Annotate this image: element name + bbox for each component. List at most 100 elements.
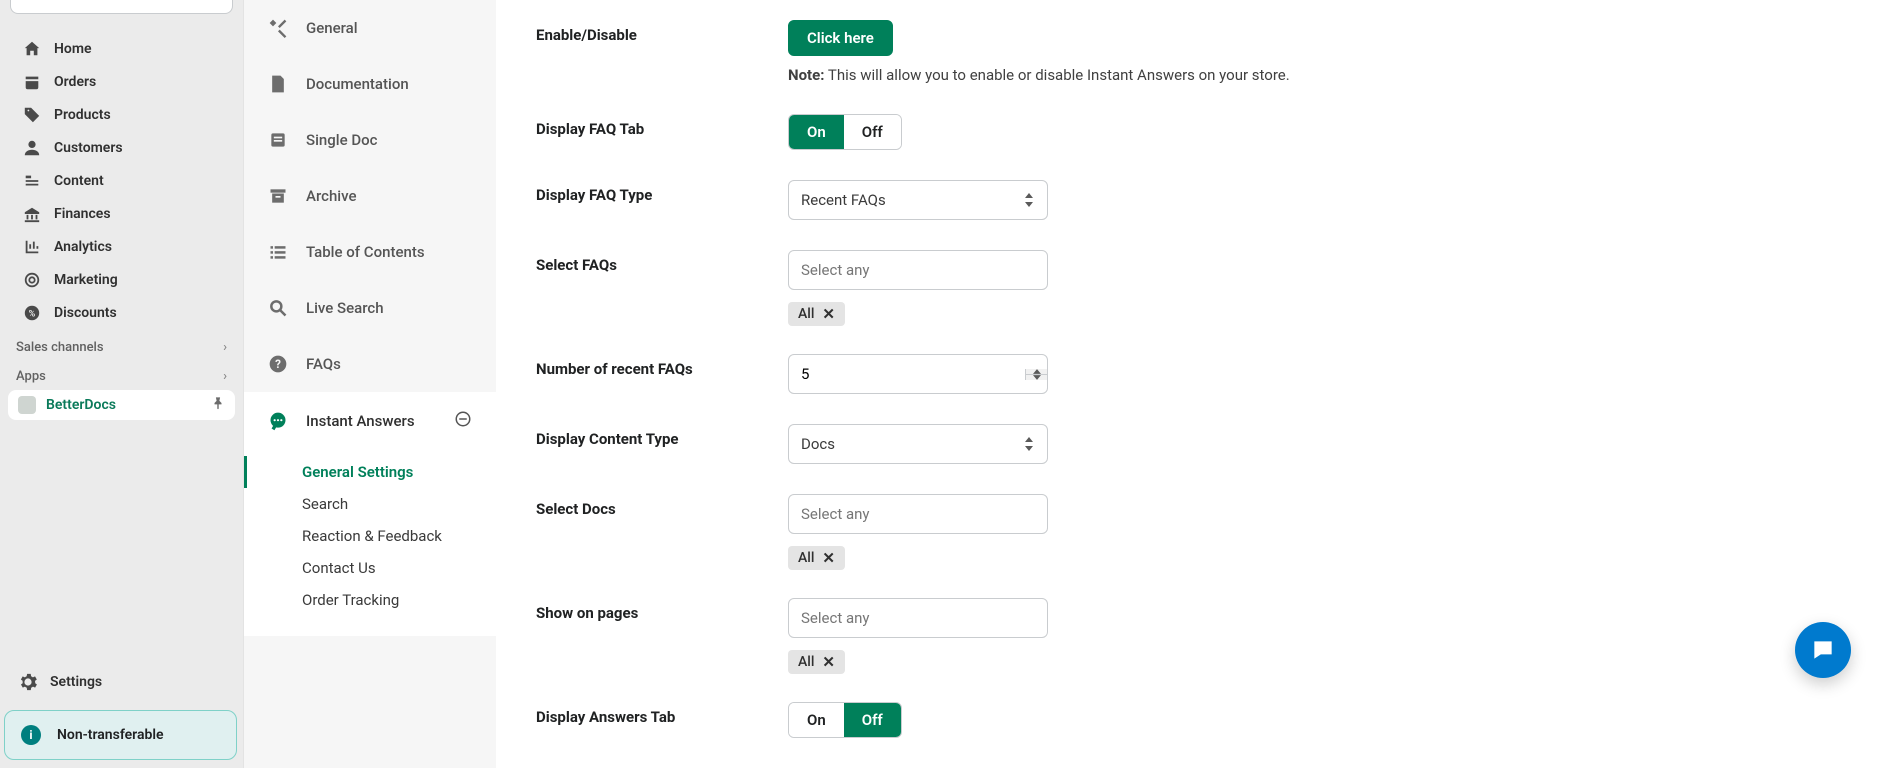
caret-icon [1025,193,1035,207]
nav-content[interactable]: Content [8,165,235,197]
appnav-label: Documentation [306,75,409,93]
nav-marketing[interactable]: Marketing [8,264,235,296]
nav-label: Finances [54,206,111,222]
nav-discounts[interactable]: % Discounts [8,297,235,329]
toggle-off[interactable]: Off [844,703,901,737]
select-docs-input[interactable]: Select any [788,494,1048,534]
collapse-icon[interactable] [454,410,472,432]
nav-settings[interactable]: Settings [0,662,243,702]
appnav-faqs[interactable]: ? FAQs [244,336,496,392]
select-value: Docs [801,435,835,453]
faq-tab-toggle[interactable]: On Off [788,114,902,150]
appnav-documentation[interactable]: Documentation [244,56,496,112]
toggle-on[interactable]: On [789,703,844,737]
nav-label: Marketing [54,272,118,288]
nav-label: Content [54,173,104,189]
gear-icon [18,672,38,692]
chat-fab[interactable] [1795,622,1851,678]
sales-channels-label: Sales channels [16,340,104,355]
info-icon: i [21,725,41,745]
analytics-icon [22,237,42,257]
num-faqs-input[interactable] [788,354,1048,394]
toggle-on[interactable]: On [789,115,844,149]
placeholder: Select any [801,609,869,627]
answers-tab-toggle[interactable]: On Off [788,702,902,738]
select-docs-label: Select Docs [536,494,788,518]
select-faqs-input[interactable]: Select any [788,250,1048,290]
subnav-contact-us[interactable]: Contact Us [302,552,496,584]
appnav-instant-answers[interactable]: Instant Answers [244,392,496,450]
svg-text:?: ? [275,357,281,371]
appnav-toc[interactable]: Table of Contents [244,224,496,280]
appnav-archive[interactable]: Archive [244,168,496,224]
pin-icon[interactable] [211,396,225,414]
note-text: This will allow you to enable or disable… [824,66,1289,84]
appnav-live-search[interactable]: Live Search [244,280,496,336]
appnav-general[interactable]: General [244,0,496,56]
nav-label: Products [54,107,111,123]
nav-label: Discounts [54,305,117,321]
appnav-label: General [306,19,358,37]
subnav-general-settings[interactable]: General Settings [302,456,496,488]
content-icon [22,171,42,191]
nav-customers[interactable]: Customers [8,132,235,164]
chip-label: All [798,550,814,566]
nav-finances[interactable]: Finances [8,198,235,230]
nav-label: Analytics [54,239,112,255]
appnav-label: Instant Answers [306,412,415,430]
note-prefix: Note: [788,66,824,84]
chip-remove-icon[interactable]: ✕ [822,655,835,670]
select-value: Recent FAQs [801,191,886,209]
search-icon [268,298,288,318]
nav-orders[interactable]: Orders [8,66,235,98]
app-name: BetterDocs [46,397,116,413]
toggle-off[interactable]: Off [844,115,901,149]
instant-answers-submenu: General Settings Search Reaction & Feedb… [244,450,496,636]
app-sidebar: General Documentation Single Doc Archive… [243,0,496,768]
tools-icon [268,18,288,38]
placeholder: Select any [801,505,869,523]
nav-home[interactable]: Home [8,33,235,65]
discount-icon: % [22,303,42,323]
chat-bubble-icon [1810,637,1836,663]
sales-channels-header[interactable]: Sales channels › [0,330,243,359]
chevron-right-icon: › [223,340,227,355]
settings-label: Settings [50,674,102,690]
appnav-label: Single Doc [306,131,377,149]
enable-disable-button[interactable]: Click here [788,20,893,56]
search-bar-stub[interactable] [10,0,233,14]
document-icon [268,74,288,94]
placeholder: Select any [801,261,869,279]
enable-note: Note: This will allow you to enable or d… [788,66,1318,84]
chip-remove-icon[interactable]: ✕ [822,307,835,322]
app-betterdocs[interactable]: BetterDocs [8,390,235,420]
num-faqs-label: Number of recent FAQs [536,354,788,378]
faq-type-select[interactable]: Recent FAQs [788,180,1048,220]
spin-down[interactable] [1026,375,1047,380]
target-icon [22,270,42,290]
appnav-label: Table of Contents [306,243,425,261]
apps-header[interactable]: Apps › [0,359,243,388]
chip-remove-icon[interactable]: ✕ [822,551,835,566]
nav-label: Orders [54,74,96,90]
chip-label: All [798,654,814,670]
nav-analytics[interactable]: Analytics [8,231,235,263]
num-faqs-field[interactable] [789,355,1025,393]
subnav-order-tracking[interactable]: Order Tracking [302,584,496,616]
appnav-single-doc[interactable]: Single Doc [244,112,496,168]
home-icon [22,39,42,59]
banner-text: Non-transferable [57,727,164,743]
bank-icon [22,204,42,224]
content-type-select[interactable]: Docs [788,424,1048,464]
subnav-reaction-feedback[interactable]: Reaction & Feedback [302,520,496,552]
single-doc-icon [268,130,288,150]
select-faqs-label: Select FAQs [536,250,788,274]
pages-chip-all: All ✕ [788,650,845,674]
faq-tab-label: Display FAQ Tab [536,114,788,138]
chevron-right-icon: › [223,369,227,384]
subnav-search[interactable]: Search [302,488,496,520]
shopify-sidebar: Home Orders Products Customers Content F… [0,0,243,768]
show-pages-input[interactable]: Select any [788,598,1048,638]
nav-products[interactable]: Products [8,99,235,131]
apps-label: Apps [16,369,46,384]
